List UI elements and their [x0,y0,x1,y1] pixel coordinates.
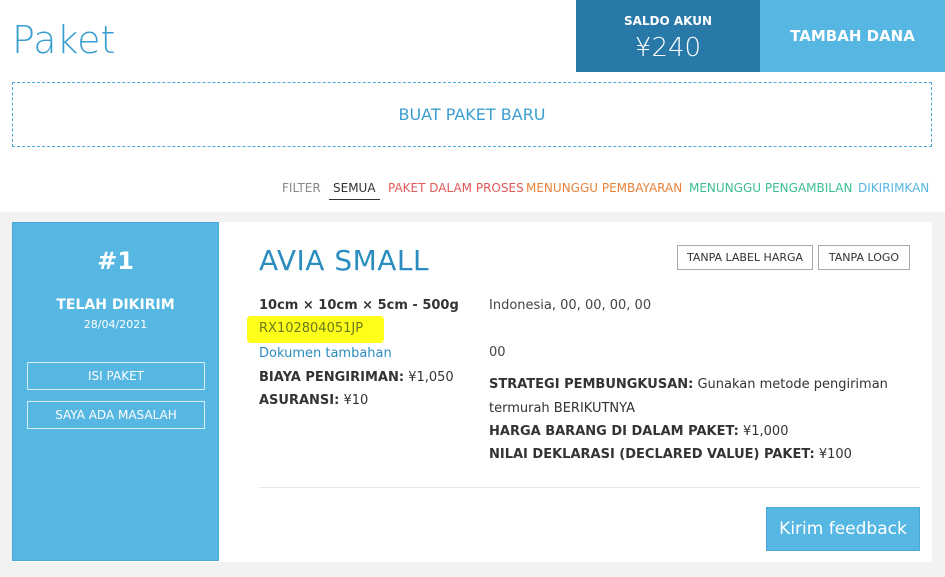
filter-bar: FILTER SEMUA PAKET DALAM PROSES MENUNGGU… [282,181,945,201]
product-name: AVIA SMALL [259,244,430,277]
insurance-value: ¥10 [343,393,369,408]
report-problem-button[interactable]: SAYA ADA MASALAH [27,401,205,429]
filter-all[interactable]: SEMUA [329,181,380,200]
shipping-cost-label: BIAYA PENGIRIMAN: [259,370,405,385]
account-balance: SALDO AKUN ¥240 [576,0,760,72]
additional-documents-link[interactable]: Dokumen tambahan [259,346,392,361]
page-title: Paket [12,18,116,62]
balance-label: SALDO AKUN [623,14,713,28]
package-number: #1 [97,247,134,275]
package-status: TELAH DIKIRIM [56,297,175,313]
address-code: 00 [489,345,506,360]
shipping-cost-value: ¥1,050 [408,370,454,385]
goods-price-value: ¥1,000 [742,424,789,439]
filter-awaiting-pickup[interactable]: MENUNGGU PENGAMBILAN [689,181,852,195]
package-contents-button[interactable]: ISI PAKET [27,362,205,390]
packing-strategy-continued: termurah BERIKUTNYA [489,401,635,416]
insurance: ASURANSI: ¥10 [259,393,368,408]
insurance-label: ASURANSI: [259,393,340,408]
destination-address: Indonesia, 00, 00, 00, 00 [489,298,652,313]
tracking-number: RX102804051JP [259,321,364,336]
package-status-panel: #1 TELAH DIKIRIM 28/04/2021 ISI PAKET SA… [12,222,219,561]
balance-value: ¥240 [634,33,702,63]
goods-price: HARGA BARANG DI DALAM PAKET: ¥1,000 [489,424,788,439]
filter-sent[interactable]: DIKIRIMKAN [858,181,929,195]
send-feedback-button[interactable]: Kirim feedback [766,507,920,551]
goods-price-label: HARGA BARANG DI DALAM PAKET: [489,424,739,439]
packing-strategy-value: Gunakan metode pengiriman [697,377,888,392]
package-date: 28/04/2021 [83,318,148,331]
declared-value: NILAI DEKLARASI (DECLARED VALUE) PAKET: … [489,447,852,462]
no-logo-tag[interactable]: TANPA LOGO [818,245,910,270]
packing-strategy: STRATEGI PEMBUNGKUSAN: Gunakan metode pe… [489,377,888,392]
divider [259,487,920,488]
add-funds-button[interactable]: TAMBAH DANA [760,0,945,72]
create-package-button[interactable]: BUAT PAKET BARU [12,82,932,147]
filter-awaiting-payment[interactable]: MENUNGGU PEMBAYARAN [526,181,682,195]
shipping-cost: BIAYA PENGIRIMAN: ¥1,050 [259,370,454,385]
no-price-label-tag[interactable]: TANPA LABEL HARGA [677,245,813,270]
package-dimensions: 10cm × 10cm × 5cm - 500g [259,298,459,313]
filter-in-process[interactable]: PAKET DALAM PROSES [388,181,524,195]
packing-strategy-label: STRATEGI PEMBUNGKUSAN: [489,377,694,392]
filter-label: FILTER [282,181,321,195]
declared-value-label: NILAI DEKLARASI (DECLARED VALUE) PAKET: [489,447,815,462]
declared-value-amount: ¥100 [818,447,852,462]
